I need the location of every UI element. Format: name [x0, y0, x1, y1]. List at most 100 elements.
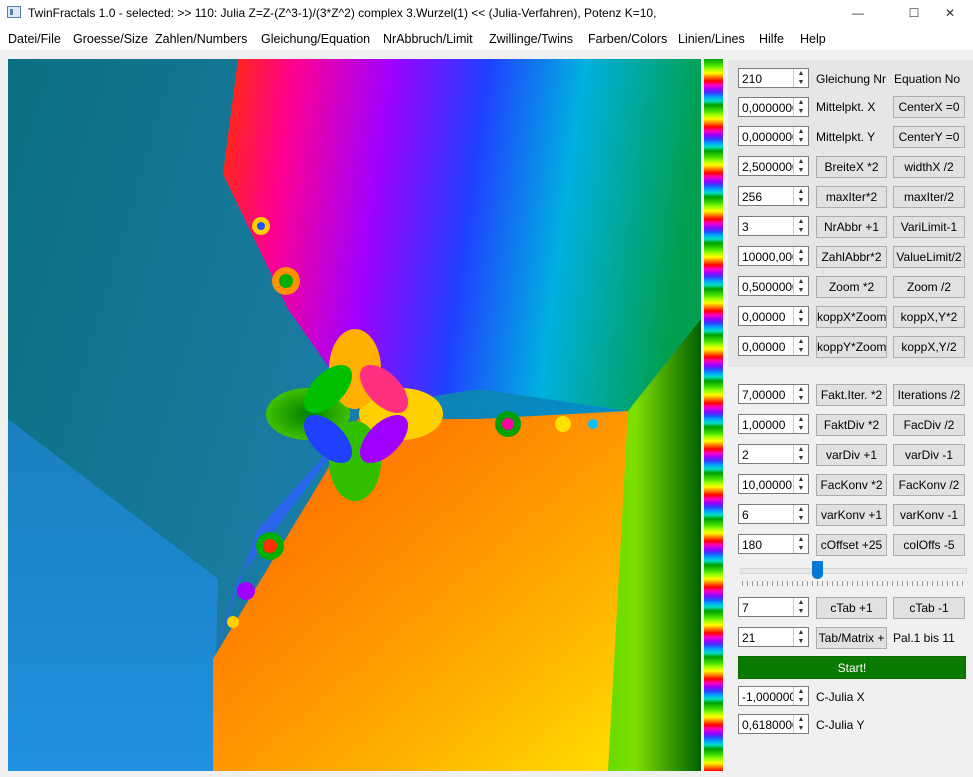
- spin-down-icon[interactable]: ▼: [796, 226, 806, 235]
- fac-konv-spin[interactable]: 10,00000 ▲ ▼: [738, 474, 809, 494]
- vari-limit-minus-button[interactable]: VariLimit-1: [893, 216, 965, 238]
- menu-help[interactable]: Help: [800, 32, 826, 46]
- spin-value[interactable]: 7,00000: [742, 388, 794, 402]
- var-konv-spin[interactable]: 6 ▲ ▼: [738, 504, 809, 524]
- spin-down-icon[interactable]: ▼: [796, 607, 806, 616]
- kopp-xy-double-button[interactable]: koppX,Y*2: [893, 306, 965, 328]
- spin-down-icon[interactable]: ▼: [796, 286, 806, 295]
- spin-down-icon[interactable]: ▼: [796, 136, 806, 145]
- spin-arrows[interactable]: ▲ ▼: [793, 445, 808, 463]
- c-julia-x-spin[interactable]: -1,0000000 ▲▼: [738, 686, 809, 706]
- fac-konv-half-button[interactable]: FacKonv /2: [893, 474, 965, 496]
- spin-value[interactable]: 0,0000000: [742, 130, 794, 144]
- menu-colors[interactable]: Farben/Colors: [588, 32, 667, 46]
- spin-arrows[interactable]: ▲ ▼: [793, 98, 808, 116]
- spin-up-icon[interactable]: ▲: [796, 628, 806, 637]
- spin-arrows[interactable]: ▲ ▼: [793, 598, 808, 616]
- spin-up-icon[interactable]: ▲: [796, 385, 806, 394]
- spin-down-icon[interactable]: ▼: [796, 454, 806, 463]
- spin-arrows[interactable]: ▲ ▼: [793, 157, 808, 175]
- c-julia-y-spin[interactable]: 0,6180000 ▲ ▼: [738, 714, 809, 734]
- spin-up-icon[interactable]: ▲: [796, 127, 806, 136]
- spin-up-icon[interactable]: ▲: [796, 715, 806, 724]
- fac-konv-double-button[interactable]: FacKonv *2: [816, 474, 887, 496]
- fakt-div-double-button[interactable]: FaktDiv *2: [816, 414, 887, 436]
- var-konv-plus-button[interactable]: varKonv +1: [816, 504, 887, 526]
- spin-arrows[interactable]: ▲ ▼: [793, 475, 808, 493]
- zoom-half-button[interactable]: Zoom /2: [893, 276, 965, 298]
- spin-up-icon[interactable]: ▲: [796, 598, 806, 607]
- fakt-iter-double-button[interactable]: Fakt.Iter. *2: [816, 384, 887, 406]
- spin-value[interactable]: 210: [742, 72, 794, 86]
- width-x-half-button[interactable]: widthX /2: [893, 156, 965, 178]
- kopp-y-zoom-button[interactable]: koppY*Zoom: [816, 336, 887, 358]
- menu-equation[interactable]: Gleichung/Equation: [261, 32, 370, 46]
- spin-down-icon[interactable]: ▼: [796, 484, 806, 493]
- close-button[interactable]: ✕: [927, 0, 973, 26]
- spin-up-icon[interactable]: ▲: [796, 217, 806, 226]
- menu-file[interactable]: Datei/File: [8, 32, 61, 46]
- spin-arrows[interactable]: ▲ ▼: [793, 187, 808, 205]
- width-x-double-button[interactable]: BreiteX *2: [816, 156, 887, 178]
- nr-abbr-plus-button[interactable]: NrAbbr +1: [816, 216, 887, 238]
- c-tab-spin[interactable]: 7 ▲ ▼: [738, 597, 809, 617]
- zoom-double-button[interactable]: Zoom *2: [816, 276, 887, 298]
- menu-twins[interactable]: Zwillinge/Twins: [489, 32, 573, 46]
- max-iter-double-button[interactable]: maxIter*2: [816, 186, 887, 208]
- spin-down-icon[interactable]: ▼: [796, 424, 806, 433]
- spin-up-icon[interactable]: ▲: [796, 475, 806, 484]
- spin-up-icon[interactable]: ▲: [796, 247, 806, 256]
- var-div-spin[interactable]: 2 ▲ ▼: [738, 444, 809, 464]
- var-div-plus-button[interactable]: varDiv +1: [816, 444, 887, 466]
- var-div-minus-button[interactable]: varDiv -1: [893, 444, 965, 466]
- nr-abbr-spin[interactable]: 3 ▲ ▼: [738, 216, 809, 236]
- iterations-half-button[interactable]: Iterations /2: [893, 384, 965, 406]
- spin-down-icon[interactable]: ▼: [796, 78, 806, 87]
- spin-down-icon[interactable]: ▼: [796, 196, 806, 205]
- spin-up-icon[interactable]: ▲: [796, 307, 806, 316]
- spin-value[interactable]: 0,6180000: [742, 718, 794, 732]
- tab-matrix-spin[interactable]: 21 ▲ ▼: [738, 627, 809, 647]
- spin-arrows[interactable]: ▲ ▼: [793, 277, 808, 295]
- spin-value[interactable]: 10,00000: [742, 478, 794, 492]
- max-iter-spin[interactable]: 256 ▲ ▼: [738, 186, 809, 206]
- spin-value[interactable]: 0,00000: [742, 310, 794, 324]
- value-limit-half-button[interactable]: ValueLimit/2: [893, 246, 965, 268]
- color-offset-slider-thumb[interactable]: [811, 561, 823, 579]
- center-y-zero-button[interactable]: CenterY =0: [893, 126, 965, 148]
- center-x-zero-button[interactable]: CenterX =0: [893, 96, 965, 118]
- fakt-div-spin[interactable]: 1,00000 ▲ ▼: [738, 414, 809, 434]
- minimize-button[interactable]: —: [835, 0, 881, 26]
- spin-arrows[interactable]: ▲ ▼: [793, 385, 808, 403]
- spin-value[interactable]: 0,00000: [742, 340, 794, 354]
- spin-value[interactable]: 180: [742, 538, 794, 552]
- spin-arrows[interactable]: ▲ ▼: [793, 247, 808, 265]
- width-x-spin[interactable]: 2,5000000 ▲ ▼: [738, 156, 809, 176]
- fakt-iter-spin[interactable]: 7,00000 ▲ ▼: [738, 384, 809, 404]
- spin-arrows[interactable]: ▲ ▼: [793, 69, 808, 87]
- fractal-canvas[interactable]: [8, 59, 701, 771]
- c-offset-spin[interactable]: 180 ▲ ▼: [738, 534, 809, 554]
- spin-arrows[interactable]: ▲ ▼: [793, 217, 808, 235]
- c-offset-plus-button[interactable]: cOffset +25: [816, 534, 887, 556]
- spin-arrows[interactable]: ▲ ▼: [793, 715, 808, 733]
- spin-down-icon[interactable]: ▼: [796, 696, 806, 705]
- spin-value[interactable]: 21: [742, 631, 794, 645]
- c-tab-plus-button[interactable]: cTab +1: [816, 597, 887, 619]
- equation-number-spin[interactable]: 210 ▲ ▼: [738, 68, 809, 88]
- menu-hilfe[interactable]: Hilfe: [759, 32, 784, 46]
- c-tab-minus-button[interactable]: cTab -1: [893, 597, 965, 619]
- spin-value[interactable]: 1,00000: [742, 418, 794, 432]
- spin-down-icon[interactable]: ▼: [796, 394, 806, 403]
- spin-down-icon[interactable]: ▼: [796, 724, 806, 733]
- kopp-xy-half-button[interactable]: koppX,Y/2: [893, 336, 965, 358]
- spin-value[interactable]: 2: [742, 448, 794, 462]
- spin-up-icon[interactable]: ▲: [796, 98, 806, 107]
- zoom-spin[interactable]: 0,5000000 ▲ ▼: [738, 276, 809, 296]
- start-button[interactable]: Start!: [738, 656, 966, 679]
- spin-value[interactable]: 7: [742, 601, 794, 615]
- spin-value[interactable]: 0,0000000: [742, 101, 794, 115]
- spin-arrows[interactable]: ▲ ▼: [793, 628, 808, 646]
- spin-value[interactable]: 256: [742, 190, 794, 204]
- spin-up-icon[interactable]: ▲: [796, 157, 806, 166]
